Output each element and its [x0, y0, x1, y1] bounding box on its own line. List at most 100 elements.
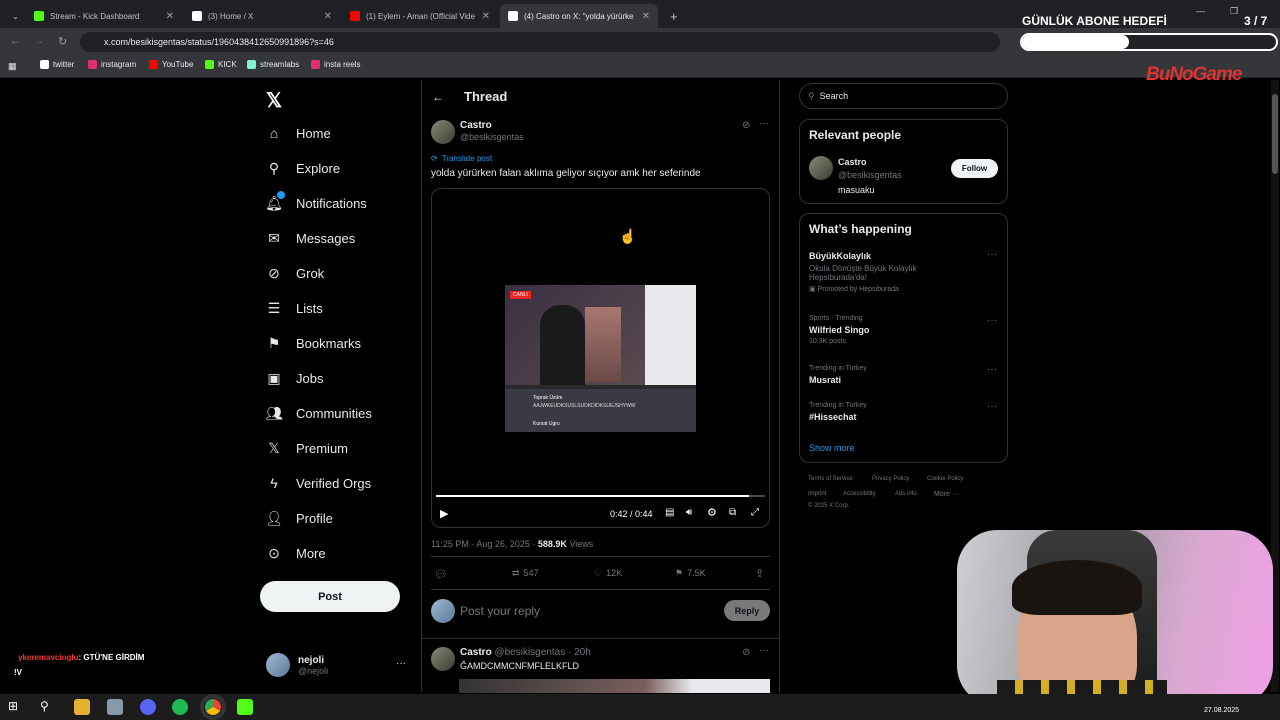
- back-icon[interactable]: ←: [10, 36, 20, 47]
- reply-icon[interactable]: 💬︎: [434, 568, 448, 581]
- nav-communities[interactable]: 👥︎ Communities: [265, 405, 372, 421]
- tab-x-home[interactable]: (3) Home / X ✕: [184, 4, 340, 28]
- pip-icon[interactable]: ⧉: [729, 507, 736, 518]
- tab-youtube[interactable]: (1) Eylem - Aman (Official Vide ✕: [342, 4, 498, 28]
- more-icon[interactable]: ···: [759, 645, 769, 656]
- show-more-link[interactable]: Show more: [809, 443, 855, 453]
- grok-icon[interactable]: ⊘: [742, 647, 750, 658]
- nav-profile[interactable]: 👤︎ Profile: [265, 510, 333, 526]
- share-icon[interactable]: ⇪: [755, 567, 764, 580]
- nav-more[interactable]: ⊙ More: [266, 545, 326, 561]
- fullscreen-icon[interactable]: ⤢: [751, 507, 759, 518]
- nav-verified-orgs[interactable]: ϟ Verified Orgs: [266, 475, 371, 491]
- close-icon[interactable]: ✕: [642, 11, 650, 22]
- more-icon[interactable]: ···: [987, 401, 997, 412]
- video-progress-fill: [436, 495, 749, 497]
- reply-input[interactable]: Post your reply: [460, 604, 540, 618]
- search-box[interactable]: ⚲ Search: [799, 83, 1008, 109]
- chrome-icon[interactable]: [200, 694, 226, 720]
- minimize-icon[interactable]: —: [1196, 6, 1205, 16]
- nav-premium[interactable]: 𝕏 Premium: [266, 440, 348, 456]
- bookmark-youtube[interactable]: YouTube: [149, 60, 193, 69]
- tab-list-button[interactable]: ⌄: [4, 4, 24, 28]
- nav-lists[interactable]: ☰ Lists: [266, 300, 323, 316]
- avatar[interactable]: [809, 156, 833, 180]
- account-switcher[interactable]: nejoli @nejoli: [266, 653, 328, 677]
- back-arrow-icon[interactable]: ←: [432, 90, 444, 104]
- briefcase-icon: ▣: [267, 369, 281, 386]
- new-tab-button[interactable]: +: [662, 4, 686, 28]
- trend-item[interactable]: Trending in Turkey #Hissechat: [809, 402, 867, 422]
- more-icon[interactable]: ···: [987, 315, 997, 326]
- bookmark-streamlabs[interactable]: streamlabs: [247, 60, 299, 69]
- nav-explore[interactable]: ⚲ Explore: [266, 160, 340, 176]
- post-button[interactable]: Post: [260, 581, 400, 612]
- footer-link[interactable]: Cookie Policy: [927, 476, 963, 482]
- footer-link[interactable]: Imprint: [808, 491, 826, 497]
- nav-notifications[interactable]: 🔔︎ Notifications: [265, 191, 367, 211]
- footer-link[interactable]: Privacy Policy: [872, 476, 909, 482]
- reply-button[interactable]: Reply: [724, 600, 770, 621]
- app-icon[interactable]: [107, 699, 123, 715]
- more-icon[interactable]: ···: [987, 364, 997, 375]
- follow-button[interactable]: Follow: [951, 159, 998, 178]
- post-timestamp: 11:25 PM · Aug 26, 2025 · 588.9K Views: [431, 539, 594, 549]
- nav-home[interactable]: ⌂ Home: [266, 125, 331, 141]
- trend-item[interactable]: BüyükKolaylık Okula Dönüşte Büyük Kolayl…: [809, 251, 989, 293]
- forward-icon[interactable]: →: [34, 36, 44, 47]
- captions-icon[interactable]: ▤: [665, 507, 674, 518]
- discord-icon[interactable]: [140, 699, 156, 715]
- close-icon[interactable]: ✕: [482, 11, 490, 22]
- trend-item[interactable]: Sports · Trending Wilfried Singo 10.3K p…: [809, 315, 869, 345]
- translate-post-link[interactable]: ⟳ Translate post: [431, 154, 492, 163]
- volume-icon[interactable]: 🔊︎: [686, 507, 692, 518]
- author-name[interactable]: Castro: [460, 120, 492, 131]
- search-icon[interactable]: ⚲: [40, 699, 56, 715]
- trend-item[interactable]: Trending in Turkey Musrati: [809, 365, 867, 385]
- person-name[interactable]: Castro: [838, 157, 867, 167]
- nav-messages[interactable]: ✉ Messages: [266, 230, 355, 246]
- retweet-button[interactable]: ⇄ 547: [512, 568, 539, 579]
- kick-icon[interactable]: [237, 699, 253, 715]
- file-explorer-icon[interactable]: [74, 699, 90, 715]
- bookmark-twitter[interactable]: twitter: [40, 60, 74, 69]
- search-input[interactable]: Search: [820, 91, 849, 101]
- avatar[interactable]: [431, 120, 455, 144]
- play-icon[interactable]: ▶: [440, 507, 448, 520]
- video-progress-track[interactable]: [436, 495, 765, 497]
- bookmark-button[interactable]: ⚑ 7.5K: [675, 568, 706, 579]
- url-field[interactable]: x.com/besikisgentas/status/1960438412650…: [80, 32, 1000, 52]
- spotify-icon[interactable]: [172, 699, 188, 715]
- reload-icon[interactable]: ↻: [58, 35, 67, 48]
- footer-link[interactable]: Terms of Service: [808, 476, 853, 482]
- nav-grok[interactable]: ⊘ Grok: [266, 265, 324, 281]
- more-icon[interactable]: ···: [759, 118, 769, 129]
- footer-link[interactable]: Ads info: [895, 491, 917, 497]
- scrollbar-thumb[interactable]: [1272, 94, 1278, 174]
- person-handle[interactable]: @besikisgentas: [838, 170, 902, 180]
- footer-link[interactable]: Accessibility: [843, 491, 876, 497]
- nav-jobs[interactable]: ▣ Jobs: [266, 370, 323, 386]
- x-logo-icon[interactable]: 𝕏: [266, 88, 282, 113]
- like-button[interactable]: ♡ 12K: [594, 568, 622, 579]
- settings-icon[interactable]: ⚙: [707, 506, 717, 519]
- bookmark-insta-reels[interactable]: insta reels: [311, 60, 360, 69]
- restore-icon[interactable]: ❐: [1230, 6, 1238, 17]
- close-icon[interactable]: ✕: [166, 11, 174, 22]
- tab-castro[interactable]: (4) Castro on X: "yolda yürürke ✕: [500, 4, 658, 28]
- author-handle[interactable]: @besikisgentas: [460, 132, 524, 142]
- footer-link[interactable]: More ···: [934, 491, 959, 498]
- bookmark-instagram[interactable]: instagram: [88, 60, 136, 69]
- video-player[interactable]: CANLI Toprak Üzüm AAJWKEUDKSUSLSUDKDIDKS…: [431, 188, 770, 528]
- grok-icon[interactable]: ⊘: [742, 120, 750, 131]
- windows-start-icon[interactable]: ⊞: [8, 699, 24, 715]
- bookmark-kick[interactable]: KICK: [205, 60, 237, 69]
- avatar[interactable]: [431, 647, 455, 671]
- more-icon[interactable]: ···: [987, 249, 997, 260]
- apps-icon[interactable]: ▦: [8, 61, 17, 72]
- account-more-icon[interactable]: ···: [396, 658, 406, 669]
- tab-kick[interactable]: Stream - Kick Dashboard ✕: [26, 4, 182, 28]
- close-icon[interactable]: ✕: [324, 11, 332, 22]
- reply-media[interactable]: [459, 679, 770, 693]
- nav-bookmarks[interactable]: ⚑ Bookmarks: [266, 335, 361, 351]
